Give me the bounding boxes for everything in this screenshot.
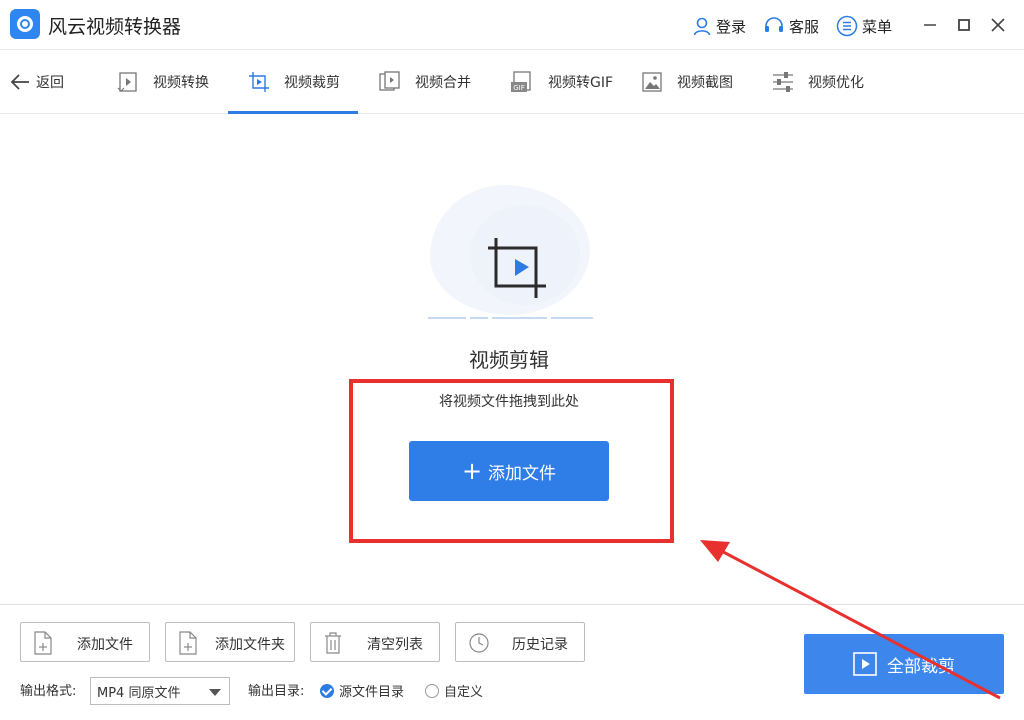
gif-icon: GIF	[511, 71, 531, 92]
menu-list-icon	[836, 15, 858, 37]
tab-label: 视频截图	[677, 75, 733, 91]
menu-button[interactable]: 菜单	[836, 14, 892, 38]
dir-option-label: 源文件目录	[339, 685, 405, 700]
add-folder-button[interactable]: 添加文件夹	[165, 622, 295, 662]
title-bar: 风云视频转换器 登录 客服 菜单	[0, 0, 1024, 50]
sliders-icon	[773, 72, 793, 92]
output-format-label: 输出格式:	[20, 684, 77, 699]
illustration-line	[492, 317, 547, 319]
arrow-left-icon	[10, 74, 29, 90]
dir-option-source[interactable]: 源文件目录	[320, 681, 404, 700]
app-title: 风云视频转换器	[48, 16, 182, 38]
tab-label: 视频合并	[415, 75, 471, 91]
headset-icon	[765, 17, 783, 32]
radio-checked-icon	[320, 683, 334, 698]
clock-icon	[469, 633, 489, 653]
tab-video-to-gif[interactable]: GIF 视频转GIF	[510, 50, 613, 114]
play-icon	[853, 652, 877, 676]
app-window: 风云视频转换器 登录 客服 菜单 返回 视频转换 视频裁剪 视频合并 GIF 视…	[0, 0, 1024, 720]
trash-icon	[325, 632, 341, 654]
illustration-line	[551, 317, 593, 319]
history-label: 历史记录	[512, 637, 568, 653]
video-crop-icon	[249, 72, 269, 92]
customer-service-button[interactable]: 客服	[763, 14, 819, 38]
output-format-select[interactable]: MP4 同原文件	[90, 677, 230, 705]
maximize-icon	[958, 19, 970, 31]
login-button[interactable]: 登录	[692, 14, 746, 38]
crop-all-button[interactable]: 全部裁剪	[804, 634, 1004, 694]
close-icon	[991, 18, 1005, 32]
crop-all-label: 全部裁剪	[887, 656, 955, 677]
tab-label: 视频转换	[153, 75, 209, 91]
clear-list-label: 清空列表	[367, 637, 423, 653]
tab-video-crop[interactable]: 视频裁剪	[228, 50, 358, 114]
tab-label: 视频裁剪	[284, 75, 340, 91]
add-file-icon	[34, 631, 52, 655]
login-label: 登录	[716, 17, 747, 36]
bottom-toolbar: 添加文件 添加文件夹 清空列表 历史记录 输出格式: MP4 同原文件 输出目录…	[0, 604, 1024, 720]
back-label: 返回	[36, 75, 64, 91]
svg-text:GIF: GIF	[513, 84, 525, 92]
video-merge-icon	[379, 71, 400, 91]
add-file-label: 添加文件	[77, 637, 133, 653]
add-folder-icon	[179, 631, 197, 655]
menu-label: 菜单	[862, 17, 893, 36]
app-logo-icon	[10, 9, 40, 39]
user-icon	[693, 17, 711, 36]
feature-nav: 返回 视频转换 视频裁剪 视频合并 GIF 视频转GIF 视频截图 视频优化	[0, 50, 1024, 114]
maximize-button[interactable]	[954, 15, 974, 35]
tab-video-optimize[interactable]: 视频优化	[772, 50, 864, 114]
tab-label: 视频转GIF	[548, 75, 614, 91]
tab-video-convert[interactable]: 视频转换	[117, 50, 209, 114]
annotation-highlight-box	[349, 379, 674, 543]
dir-option-custom[interactable]: 自定义	[425, 681, 483, 700]
radio-unchecked-icon	[425, 683, 439, 698]
history-button[interactable]: 历史记录	[455, 622, 585, 662]
tab-video-merge[interactable]: 视频合并	[379, 50, 471, 114]
output-dir-label: 输出目录:	[248, 684, 305, 699]
back-button[interactable]: 返回	[10, 70, 64, 94]
illustration-line	[428, 317, 466, 319]
output-format-value: MP4 同原文件	[97, 686, 181, 701]
add-file-button[interactable]: 添加文件	[20, 622, 150, 662]
illustration-line	[470, 317, 488, 319]
tab-video-screenshot[interactable]: 视频截图	[641, 50, 733, 114]
chevron-down-icon	[209, 689, 221, 696]
clear-list-button[interactable]: 清空列表	[310, 622, 440, 662]
tab-label: 视频优化	[808, 75, 864, 91]
close-button[interactable]	[988, 15, 1008, 35]
dir-option-label: 自定义	[444, 685, 484, 700]
minimize-button[interactable]	[920, 15, 940, 35]
screenshot-icon	[642, 72, 662, 92]
add-folder-label: 添加文件夹	[215, 637, 285, 653]
minimize-icon	[924, 24, 936, 26]
video-convert-icon	[117, 72, 137, 92]
drop-title: 视频剪辑	[469, 348, 549, 372]
customer-service-label: 客服	[789, 17, 820, 36]
video-crop-illustration-icon	[488, 238, 546, 298]
